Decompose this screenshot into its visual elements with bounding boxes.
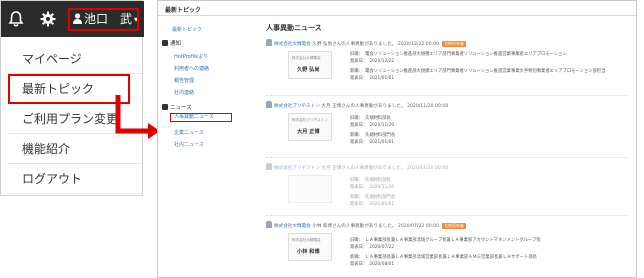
news-item: 株式会社大輝電会 小林 和博さんの人事異動がありました。 2020/07/22 … <box>266 221 628 277</box>
gear-icon[interactable] <box>39 10 57 28</box>
company-link[interactable]: 株式会社大輝電会 <box>274 224 311 229</box>
person-icon <box>266 221 272 228</box>
nav-item-hotprofile[interactable]: HotProfileより <box>174 53 208 60</box>
menu-item-mypage[interactable]: マイページ <box>8 44 144 74</box>
old-position: 旧職： 電会ソリューション推進部大規模エリア部門事業者ソリューション推進営業事業… <box>350 52 567 57</box>
old-date: 発表日： 2020/07/22 <box>350 245 395 250</box>
business-card-thumbnail[interactable]: 株式会社大輝電会 久野 弘尚 <box>288 51 332 79</box>
new-date: 発表日： 2021/01/01 <box>350 76 395 81</box>
person-icon <box>266 39 272 46</box>
business-card-thumbnail[interactable]: 株式会社大輝電会 小林 和博 <box>288 233 332 261</box>
latest-topics-page: 最新トピック 最新トピック 通知 HotProfileより 利用者への連絡 報告… <box>157 0 637 278</box>
news-headline: 株式会社ブリヂストン 大月 正博さんの人事異動がありました。 2020/11/2… <box>266 163 448 171</box>
old-position: 旧職： ＬＡ事業部長兼ＬＡ事業部北域グループ長兼ＬＡ事業部アカウントマネジメント… <box>350 238 541 243</box>
company-link[interactable]: 株式会社ブリヂストン <box>274 104 320 109</box>
new-date: 発表日： 2021/01/01 <box>350 202 395 207</box>
bell-icon[interactable] <box>7 10 25 28</box>
divider <box>266 215 628 216</box>
new-position: 新職： 先端材料部門長 <box>350 133 396 138</box>
status-badge: 名刺所有者 <box>442 41 467 47</box>
nav-item-report[interactable]: 報告管理 <box>174 77 194 84</box>
nav-item-user-contact[interactable]: 利用者への連絡 <box>174 65 209 72</box>
news-item: 株式会社大輝電会 久野 弘尚さんの人事異動がありました。 2020/12/22 … <box>266 39 628 95</box>
divider <box>266 95 628 96</box>
old-position: 旧職： 先端材料部長 <box>350 116 391 121</box>
user-name: 池口 武 <box>84 12 133 26</box>
nav-item-company-news[interactable]: 企業ニュース <box>174 129 204 136</box>
document-icon <box>162 104 168 110</box>
business-card-thumbnail[interactable] <box>288 175 332 203</box>
news-headline: 株式会社大輝電会 久野 弘尚さんの人事異動がありました。 2020/12/22 … <box>266 39 467 47</box>
page-title: 最新トピック <box>165 7 202 14</box>
new-position: 新職： 電会ソリューション推進部大規模エリア部門事業者ソリューション推進営業事業… <box>350 69 606 74</box>
nav-section-notice: 通知 <box>162 39 181 47</box>
top-bar: 池口 武 ▾ <box>1 1 144 37</box>
menu-item-latest-topics[interactable]: 最新トピック <box>8 74 130 104</box>
old-date: 発表日： 2020/12/22 <box>350 59 395 64</box>
nav-item-internal[interactable]: 社内連絡 <box>174 89 194 96</box>
news-item: 株式会社ブリヂストン 大月 正博さんの人事異動がありました。 2020/11/2… <box>266 163 628 215</box>
divider <box>158 15 636 16</box>
person-icon <box>266 163 272 170</box>
nav-section-news: ニュース <box>162 103 192 111</box>
divider <box>266 157 628 158</box>
old-position: 旧職： 先端材料部長 <box>350 178 391 183</box>
new-position: 新職： 先端材料部門長 <box>350 195 396 200</box>
old-date: 発表日： 2020/11/20 <box>350 123 395 128</box>
business-card-thumbnail[interactable]: 株式会社ブリヂストン 大月 正博 <box>288 113 332 141</box>
company-link[interactable]: 株式会社ブリヂストン <box>274 166 320 171</box>
new-position: 新職： ＬＡ事業部長兼ＬＡ事業部北域営業部長兼ＬＡ事業部ＡＭＧ営業部長兼ＬＡサポ… <box>350 255 537 260</box>
old-date: 発表日： 2020/11/20 <box>350 185 395 190</box>
person-icon <box>266 101 272 108</box>
new-date: 発表日： 2021/01/01 <box>350 140 395 145</box>
status-badge: 名刺所有者 <box>442 223 467 229</box>
nav-item-personnel-news[interactable]: 人事異動ニュース <box>170 113 232 122</box>
news-headline: 株式会社大輝電会 小林 和博さんの人事異動がありました。 2020/07/22 … <box>266 221 467 229</box>
news-headline: 株式会社ブリヂストン 大月 正博さんの人事異動がありました。 2020/11/2… <box>266 101 448 109</box>
nav-item-internal-news[interactable]: 社内ニュース <box>174 141 204 148</box>
new-date: 発表日： 2020/08/01 <box>350 262 395 267</box>
company-link[interactable]: 株式会社大輝電会 <box>274 42 311 47</box>
nav-latest-topics[interactable]: 最新トピック <box>172 26 202 33</box>
user-menu-button[interactable]: 池口 武 ▾ <box>68 8 139 31</box>
person-icon <box>73 13 82 24</box>
bell-icon <box>162 40 168 46</box>
chevron-down-icon: ▾ <box>134 15 139 24</box>
news-item: 株式会社ブリヂストン 大月 正博さんの人事異動がありました。 2020/11/2… <box>266 101 628 157</box>
callout-arrow <box>115 95 160 139</box>
section-title: 人事異動ニュース <box>266 24 322 32</box>
menu-item-logout[interactable]: ログアウト <box>8 164 144 194</box>
